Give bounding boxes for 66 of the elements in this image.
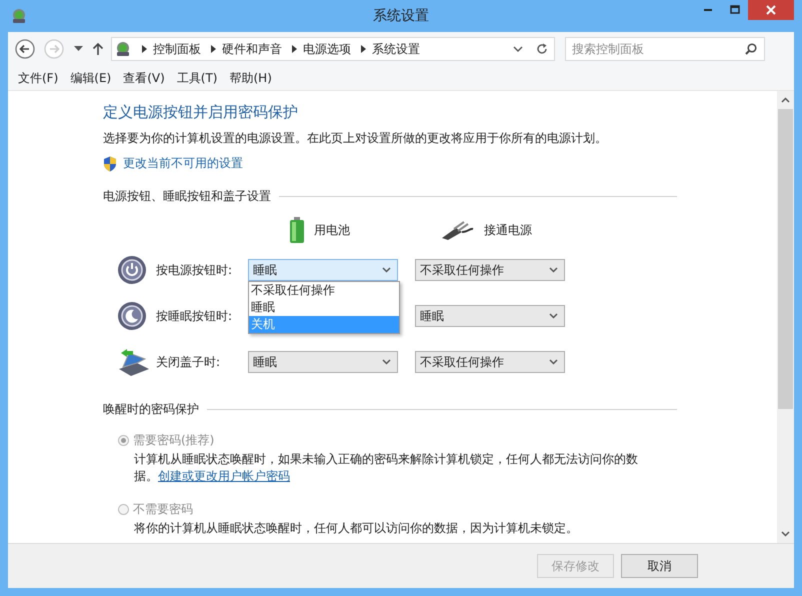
up-arrow-icon[interactable] — [92, 42, 104, 56]
address-bar[interactable]: 控制面板 硬件和声音 电源选项 系统设置 — [111, 37, 530, 61]
battery-icon — [290, 217, 304, 243]
setting-label: 关闭盖子时: — [156, 354, 222, 370]
chevron-down-icon — [382, 267, 391, 273]
page-heading: 定义电源按钮并启用密码保护 — [103, 103, 299, 122]
dialog-button[interactable]: 取消 — [621, 554, 698, 578]
dropdown-caret-icon[interactable] — [74, 46, 83, 52]
dropdown[interactable]: 睡眠 — [248, 351, 398, 373]
close-button[interactable] — [748, 0, 794, 20]
chevron-down-icon — [382, 359, 391, 365]
dropdown[interactable]: 不采取任何操作 — [415, 351, 565, 373]
chevron-down-icon — [549, 359, 558, 365]
close-icon — [766, 5, 776, 15]
column-label: 接通电源 — [484, 222, 532, 238]
breadcrumb[interactable]: 电源选项 — [303, 40, 351, 58]
chevron-down-icon — [549, 267, 558, 273]
setting-label: 按电源按钮时: — [156, 262, 234, 278]
breadcrumb[interactable]: 硬件和声音 — [222, 40, 282, 58]
scrollbar[interactable] — [777, 91, 794, 543]
settings-link[interactable]: 更改当前不可用的设置 — [123, 155, 243, 172]
scroll-up-icon[interactable] — [781, 97, 790, 103]
refresh-icon — [536, 43, 548, 55]
search-icon[interactable] — [745, 43, 757, 55]
description-text: 选择要为你的计算机设置的电源设置。在此页上对设置所做的更改将应用于你所有的电源计划。 — [103, 130, 608, 147]
option-description: 将你的计算机从睡眠状态唤醒时，任何人都可以访问你的数据，因为计算机未锁定。 — [133, 520, 579, 537]
dropdown[interactable]: 睡眠 — [415, 305, 565, 327]
power-button-icon — [117, 255, 147, 285]
plug-icon — [440, 220, 474, 240]
dropdown[interactable]: 睡眠 — [248, 259, 398, 281]
dropdown-option[interactable]: 睡眠 — [249, 299, 399, 316]
search-field[interactable]: 搜索控制面板 — [565, 37, 765, 61]
chevron-icon — [211, 45, 216, 53]
scroll-down-icon[interactable] — [781, 531, 790, 537]
menu-item[interactable]: 工具(T) — [170, 70, 224, 86]
back-button[interactable] — [14, 38, 36, 60]
section-title: 电源按钮、睡眠按钮和盖子设置 — [103, 188, 271, 205]
option-label: 不需要密码 — [133, 501, 193, 518]
chevron-down-icon — [549, 313, 558, 319]
chevron-icon — [361, 45, 366, 53]
setting-label: 按睡眠按钮时: — [156, 308, 234, 324]
menu-item[interactable]: 文件(F) — [12, 70, 64, 86]
sleep-button-icon — [117, 301, 147, 331]
shield-icon — [103, 156, 117, 172]
menu-item[interactable]: 帮助(H) — [224, 70, 278, 86]
option-description: 计算机从睡眠状态唤醒时，如果未输入正确的密码来解除计算机锁定，任何人都无法访问你的数据。创建或更改用户帐户密码 — [133, 451, 639, 485]
dropdown[interactable]: 不采取任何操作 — [415, 259, 565, 281]
maximize-icon — [730, 5, 740, 15]
chevron-down-icon[interactable] — [513, 46, 523, 52]
menu-item[interactable]: 编辑(E) — [64, 70, 118, 86]
dropdown-option[interactable]: 不采取任何操作 — [249, 282, 399, 299]
minimize-icon — [704, 9, 712, 11]
chevron-icon — [142, 45, 147, 53]
section-title: 唤醒时的密码保护 — [103, 401, 199, 418]
window-title: 系统设置 — [372, 7, 430, 25]
breadcrumb[interactable]: 系统设置 — [372, 40, 420, 58]
menu-item[interactable]: 查看(V) — [117, 70, 171, 86]
laptop-icon — [117, 347, 151, 377]
chevron-icon — [292, 45, 297, 53]
control-panel-icon — [114, 40, 132, 58]
scroll-thumb[interactable] — [778, 109, 793, 409]
breadcrumb[interactable]: 控制面板 — [153, 40, 201, 58]
option-label: 需要密码(推荐) — [133, 432, 214, 449]
control-panel-icon — [10, 7, 28, 25]
refresh-button[interactable] — [529, 37, 555, 61]
column-label: 用电池 — [314, 222, 350, 238]
